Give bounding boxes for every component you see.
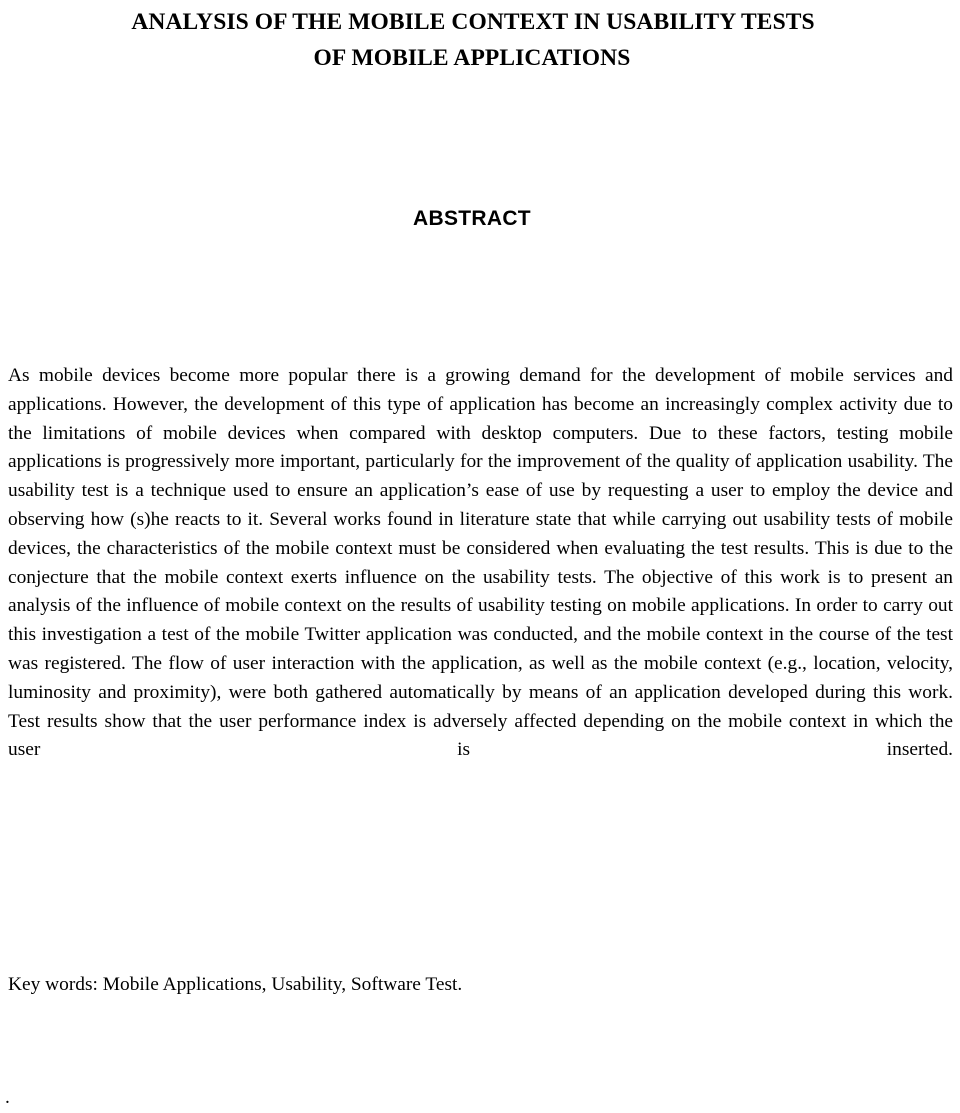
keywords-line: Key words: Mobile Applications, Usabilit… [8,974,463,995]
trailing-period: . [5,1087,10,1108]
abstract-body: As mobile devices become more popular th… [8,362,953,794]
document-page: ANALYSIS OF THE MOBILE CONTEXT IN USABIL… [0,0,960,1113]
abstract-paragraph: As mobile devices become more popular th… [8,365,953,761]
abstract-section-heading: ABSTRACT [0,206,960,232]
abstract-heading-label: ABSTRACT [413,207,531,230]
page-title-line-2: OF MOBILE APPLICATIONS [313,45,631,71]
page-title-line-1: ANALYSIS OF THE MOBILE CONTEXT IN USABIL… [131,9,815,35]
page-title: ANALYSIS OF THE MOBILE CONTEXT IN USABIL… [0,4,960,76]
